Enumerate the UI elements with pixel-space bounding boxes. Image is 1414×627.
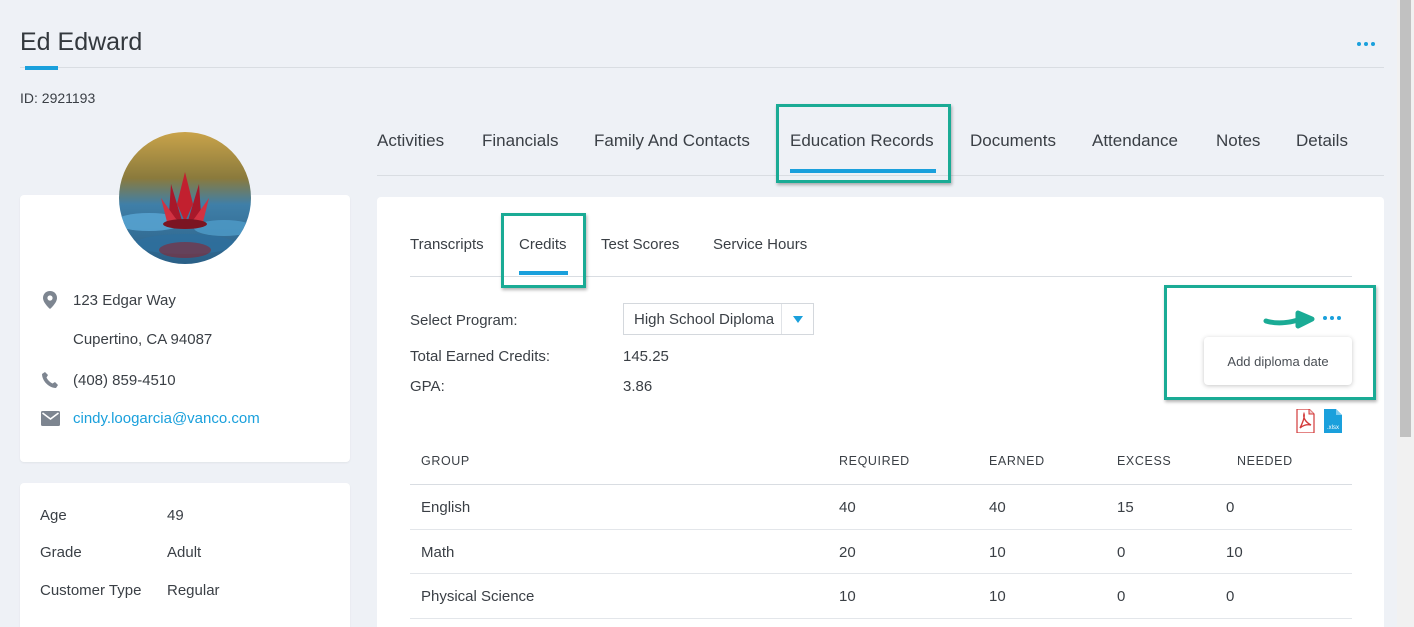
pdf-icon[interactable] (1294, 408, 1316, 434)
column-header-group: GROUP (421, 454, 470, 468)
title-underline (25, 66, 58, 70)
tab-family-and-contacts[interactable]: Family And Contacts (594, 131, 750, 151)
tab-activities[interactable]: Activities (377, 131, 444, 151)
table-cell: Math (421, 544, 455, 561)
phone-number: (408) 859-4510 (73, 371, 176, 389)
column-header-excess: EXCESS (1117, 454, 1172, 468)
age-label: Age (40, 507, 67, 524)
xlsx-icon[interactable]: .xlsx (1322, 409, 1344, 433)
table-cell: 10 (1226, 544, 1243, 561)
header-divider (20, 67, 1384, 68)
table-cell: 20 (839, 544, 856, 561)
table-cell: 0 (1226, 588, 1235, 605)
phone-icon (40, 370, 60, 390)
address-row: 123 Edgar Way (40, 290, 176, 310)
customer-type-label: Customer Type (40, 582, 142, 599)
table-row-divider (410, 618, 1352, 619)
subtab-service-hours[interactable]: Service Hours (713, 236, 807, 253)
gpa-value: 3.86 (623, 378, 653, 395)
add-diploma-date-menu-item[interactable]: Add diploma date (1204, 337, 1352, 385)
grade-label: Grade (40, 544, 82, 561)
table-row-divider (410, 573, 1352, 574)
table-cell: 0 (1117, 588, 1126, 605)
tab-attendance[interactable]: Attendance (1092, 131, 1178, 151)
highlight-box-education-records (776, 104, 951, 183)
address-line1: 123 Edgar Way (73, 291, 176, 309)
address-line2-row: Cupertino, CA 94087 (73, 331, 212, 348)
customer-type-value: Regular (167, 582, 220, 599)
table-cell: English (421, 499, 471, 516)
chevron-down-icon[interactable] (781, 304, 813, 334)
gpa-label: GPA: (410, 378, 445, 395)
record-id: ID: 2921193 (20, 90, 96, 106)
table-cell: 15 (1117, 499, 1134, 516)
program-select-value: High School Diploma (634, 310, 775, 328)
subtab-transcripts[interactable]: Transcripts (410, 236, 484, 253)
table-cell: 0 (1226, 499, 1235, 516)
tab-documents[interactable]: Documents (970, 131, 1056, 151)
email-link[interactable]: cindy.loogarcia@vanco.com (73, 410, 260, 427)
arrow-icon (1262, 306, 1316, 332)
tab-details[interactable]: Details (1296, 131, 1348, 151)
table-header-divider (410, 484, 1352, 485)
address-line2: Cupertino, CA 94087 (73, 331, 213, 348)
column-header-required: REQUIRED (839, 454, 910, 468)
page-title: Ed Edward (20, 28, 143, 56)
email-row: cindy.loogarcia@vanco.com (40, 408, 260, 428)
credits-more-options-icon[interactable] (1318, 308, 1346, 328)
tab-notes[interactable]: Notes (1216, 131, 1260, 151)
select-program-label: Select Program: (410, 312, 518, 329)
highlight-box-credits (501, 213, 586, 288)
location-pin-icon (40, 290, 60, 310)
table-cell: 10 (989, 544, 1006, 561)
avatar (119, 132, 251, 264)
subtab-test-scores[interactable]: Test Scores (601, 236, 679, 253)
mail-icon (40, 408, 60, 428)
age-value: 49 (167, 507, 184, 524)
total-earned-label: Total Earned Credits: (410, 348, 551, 365)
table-cell: 40 (989, 499, 1006, 516)
column-header-earned: EARNED (989, 454, 1045, 468)
table-cell: 10 (989, 588, 1006, 605)
grade-value: Adult (167, 544, 202, 561)
xlsx-icon-text: .xlsx (1327, 425, 1339, 431)
table-cell: 10 (839, 588, 856, 605)
program-select[interactable]: High School Diploma (623, 303, 814, 335)
table-cell: Physical Science (421, 588, 535, 605)
total-earned-value: 145.25 (623, 348, 669, 365)
table-row-divider (410, 529, 1352, 530)
table-cell: 0 (1117, 544, 1126, 561)
phone-row: (408) 859-4510 (40, 370, 176, 390)
scrollbar-thumb[interactable] (1400, 0, 1411, 437)
tab-financials[interactable]: Financials (482, 131, 559, 151)
column-header-needed: NEEDED (1237, 454, 1293, 468)
table-cell: 40 (839, 499, 856, 516)
header-more-options-icon[interactable] (1352, 34, 1380, 54)
